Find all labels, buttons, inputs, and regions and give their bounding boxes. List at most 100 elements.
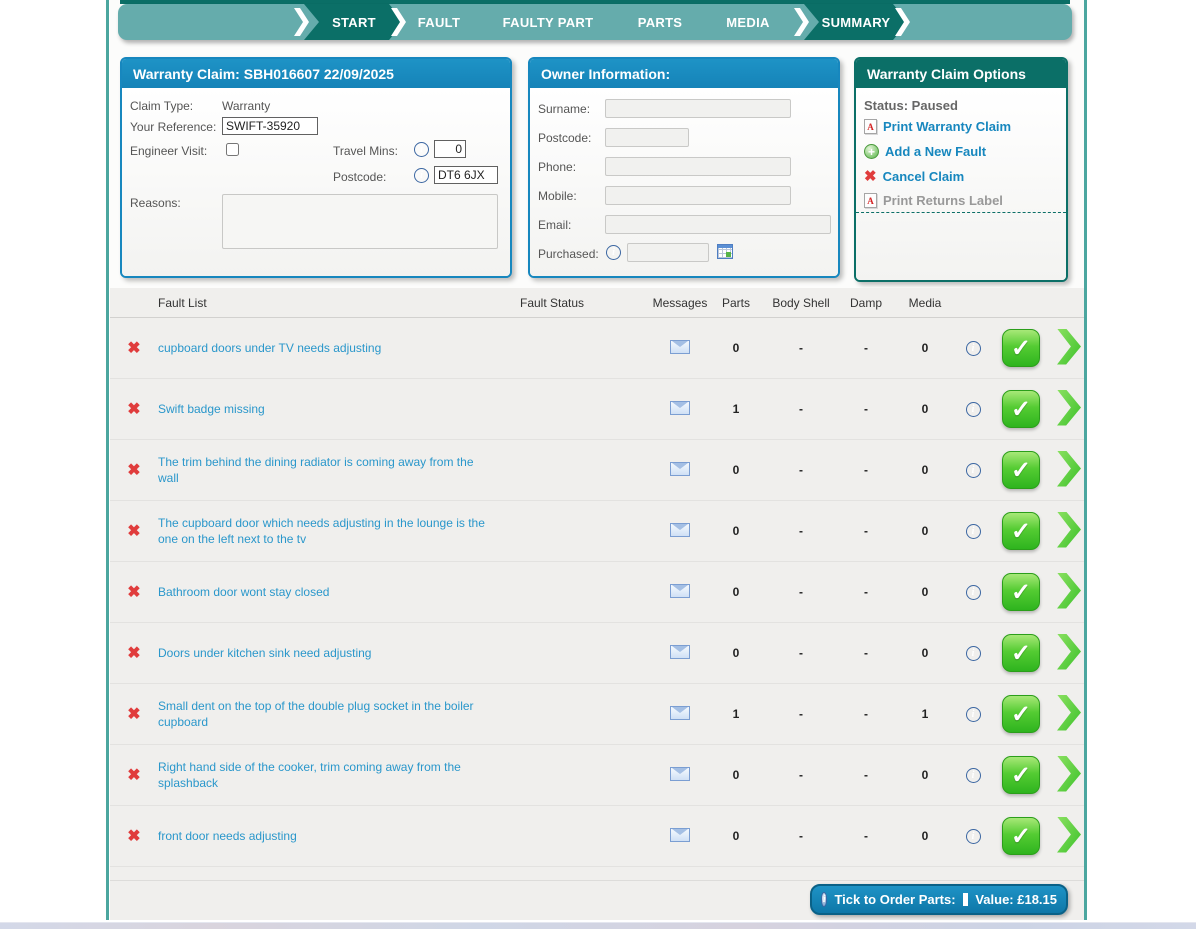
- message-envelope-icon[interactable]: [670, 462, 690, 476]
- fault-link[interactable]: Doors under kitchen sink need adjusting: [158, 645, 520, 661]
- complete-fault-button[interactable]: ✓: [1002, 451, 1040, 489]
- wizard-step-summary[interactable]: SUMMARY: [804, 4, 908, 40]
- purchased-input[interactable]: [627, 243, 709, 262]
- warranty-claim-panel-title: Warranty Claim: SBH016607 22/09/2025: [122, 59, 510, 88]
- body-shell-value: -: [762, 341, 840, 355]
- message-envelope-icon[interactable]: [670, 706, 690, 720]
- reasons-label: Reasons:: [130, 196, 181, 210]
- info-icon[interactable]: i: [414, 168, 429, 183]
- message-envelope-icon[interactable]: [670, 645, 690, 659]
- order-parts-checkbox[interactable]: [963, 893, 969, 906]
- complete-fault-button[interactable]: ✓: [1002, 390, 1040, 428]
- fault-link[interactable]: cupboard doors under TV needs adjusting: [158, 340, 520, 356]
- fault-row: ✖ Small dent on the top of the double pl…: [110, 684, 1084, 745]
- complete-fault-button[interactable]: ✓: [1002, 573, 1040, 611]
- open-fault-arrow-icon[interactable]: [1057, 573, 1081, 609]
- message-envelope-icon[interactable]: [670, 767, 690, 781]
- delete-fault-icon[interactable]: ✖: [127, 645, 140, 662]
- open-fault-arrow-icon[interactable]: [1057, 451, 1081, 487]
- message-envelope-icon[interactable]: [670, 401, 690, 415]
- open-fault-arrow-icon[interactable]: [1057, 634, 1081, 670]
- header-fault-list: Fault List: [158, 296, 520, 310]
- info-icon[interactable]: i: [966, 585, 981, 600]
- wizard-step-start[interactable]: START: [304, 4, 404, 40]
- fault-link[interactable]: Bathroom door wont stay closed: [158, 584, 520, 600]
- phone-label: Phone:: [538, 160, 576, 174]
- delete-fault-icon[interactable]: ✖: [127, 706, 140, 723]
- email-input[interactable]: [605, 215, 831, 234]
- fault-row: ✖ Bathroom door wont stay closed 0 - - 0…: [110, 562, 1084, 623]
- delete-fault-icon[interactable]: ✖: [127, 462, 140, 479]
- reference-input[interactable]: [222, 117, 318, 135]
- info-icon[interactable]: i: [966, 463, 981, 478]
- info-icon[interactable]: i: [966, 524, 981, 539]
- media-count: 0: [892, 646, 958, 660]
- claim-postcode-input[interactable]: [434, 166, 498, 184]
- header-parts: Parts: [710, 296, 762, 310]
- message-envelope-icon[interactable]: [670, 584, 690, 598]
- wizard-step-parts[interactable]: PARTS: [620, 4, 700, 40]
- fault-link[interactable]: The trim behind the dining radiator is c…: [158, 454, 520, 486]
- bottom-strip: [0, 922, 1196, 929]
- surname-input[interactable]: [605, 99, 791, 118]
- open-fault-arrow-icon[interactable]: [1057, 756, 1081, 792]
- message-envelope-icon[interactable]: [670, 828, 690, 842]
- delete-fault-icon[interactable]: ✖: [127, 828, 140, 845]
- complete-fault-button[interactable]: ✓: [1002, 329, 1040, 367]
- content-area: START FAULT FAULTY PART PARTS MEDIA SUMM…: [110, 0, 1084, 920]
- media-count: 0: [892, 829, 958, 843]
- message-envelope-icon[interactable]: [670, 340, 690, 354]
- info-icon[interactable]: i: [966, 707, 981, 722]
- info-icon[interactable]: i: [966, 768, 981, 783]
- fault-link[interactable]: Small dent on the top of the double plug…: [158, 698, 520, 730]
- options-dashed-separator: [856, 212, 1066, 213]
- owner-postcode-input[interactable]: [605, 128, 689, 147]
- fault-link[interactable]: front door needs adjusting: [158, 828, 520, 844]
- open-fault-arrow-icon[interactable]: [1057, 512, 1081, 548]
- complete-fault-button[interactable]: ✓: [1002, 695, 1040, 733]
- complete-fault-button[interactable]: ✓: [1002, 512, 1040, 550]
- fault-link[interactable]: Right hand side of the cooker, trim comi…: [158, 759, 520, 791]
- message-envelope-icon[interactable]: [670, 523, 690, 537]
- parts-count: 0: [710, 768, 762, 782]
- mobile-input[interactable]: [605, 186, 791, 205]
- cancel-claim-link[interactable]: ✖ Cancel Claim: [864, 169, 964, 184]
- delete-fault-icon[interactable]: ✖: [127, 523, 140, 540]
- print-returns-label-link[interactable]: Print Returns Label: [864, 193, 1003, 208]
- info-icon[interactable]: i: [606, 245, 621, 260]
- info-icon[interactable]: i: [966, 402, 981, 417]
- engineer-visit-label: Engineer Visit:: [130, 144, 207, 158]
- complete-fault-button[interactable]: ✓: [1002, 756, 1040, 794]
- complete-fault-button[interactable]: ✓: [1002, 817, 1040, 855]
- engineer-visit-checkbox[interactable]: [226, 143, 239, 156]
- wizard-step-fault[interactable]: FAULT: [399, 4, 479, 40]
- travel-mins-input[interactable]: [434, 140, 466, 158]
- delete-fault-icon[interactable]: ✖: [127, 340, 140, 357]
- print-warranty-claim-link[interactable]: Print Warranty Claim: [864, 119, 1011, 134]
- add-new-fault-link[interactable]: + Add a New Fault: [864, 144, 986, 159]
- phone-input[interactable]: [605, 157, 791, 176]
- wizard-step-faulty-part[interactable]: FAULTY PART: [488, 4, 608, 40]
- calendar-icon[interactable]: [717, 244, 733, 259]
- open-fault-arrow-icon[interactable]: [1057, 390, 1081, 426]
- info-icon[interactable]: i: [821, 892, 827, 907]
- reasons-textarea[interactable]: [222, 194, 498, 249]
- complete-fault-button[interactable]: ✓: [1002, 634, 1040, 672]
- open-fault-arrow-icon[interactable]: [1057, 695, 1081, 731]
- wizard-step-media[interactable]: MEDIA: [708, 4, 788, 40]
- open-fault-arrow-icon[interactable]: [1057, 329, 1081, 365]
- info-icon[interactable]: i: [966, 829, 981, 844]
- status-text: Status: Paused: [864, 98, 958, 113]
- delete-fault-icon[interactable]: ✖: [127, 584, 140, 601]
- fault-link[interactable]: The cupboard door which needs adjusting …: [158, 515, 520, 547]
- info-icon[interactable]: i: [414, 142, 429, 157]
- open-fault-arrow-icon[interactable]: [1057, 817, 1081, 853]
- claim-postcode-label: Postcode:: [333, 170, 386, 184]
- fault-link[interactable]: Swift badge missing: [158, 401, 520, 417]
- delete-fault-icon[interactable]: ✖: [127, 401, 140, 418]
- delete-fault-icon[interactable]: ✖: [127, 767, 140, 784]
- info-icon[interactable]: i: [966, 646, 981, 661]
- fault-row: ✖ The cupboard door which needs adjustin…: [110, 501, 1084, 562]
- claim-type-value: Warranty: [222, 99, 270, 113]
- info-icon[interactable]: i: [966, 341, 981, 356]
